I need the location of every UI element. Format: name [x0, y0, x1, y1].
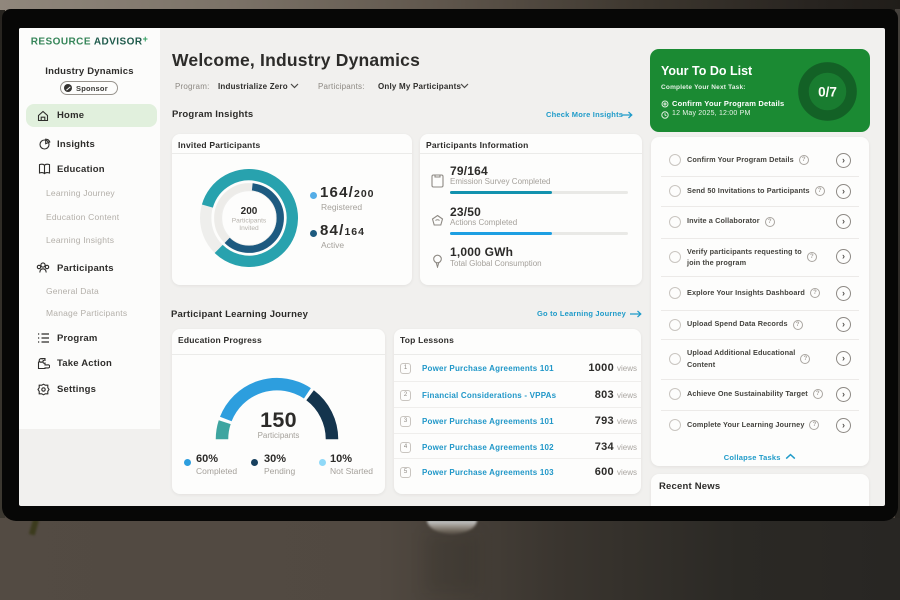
svg-text:200: 200 — [241, 206, 258, 217]
svg-text:Invited: Invited — [239, 225, 259, 232]
svg-text:0/7: 0/7 — [818, 85, 837, 100]
svg-text:Participants: Participants — [232, 218, 267, 225]
